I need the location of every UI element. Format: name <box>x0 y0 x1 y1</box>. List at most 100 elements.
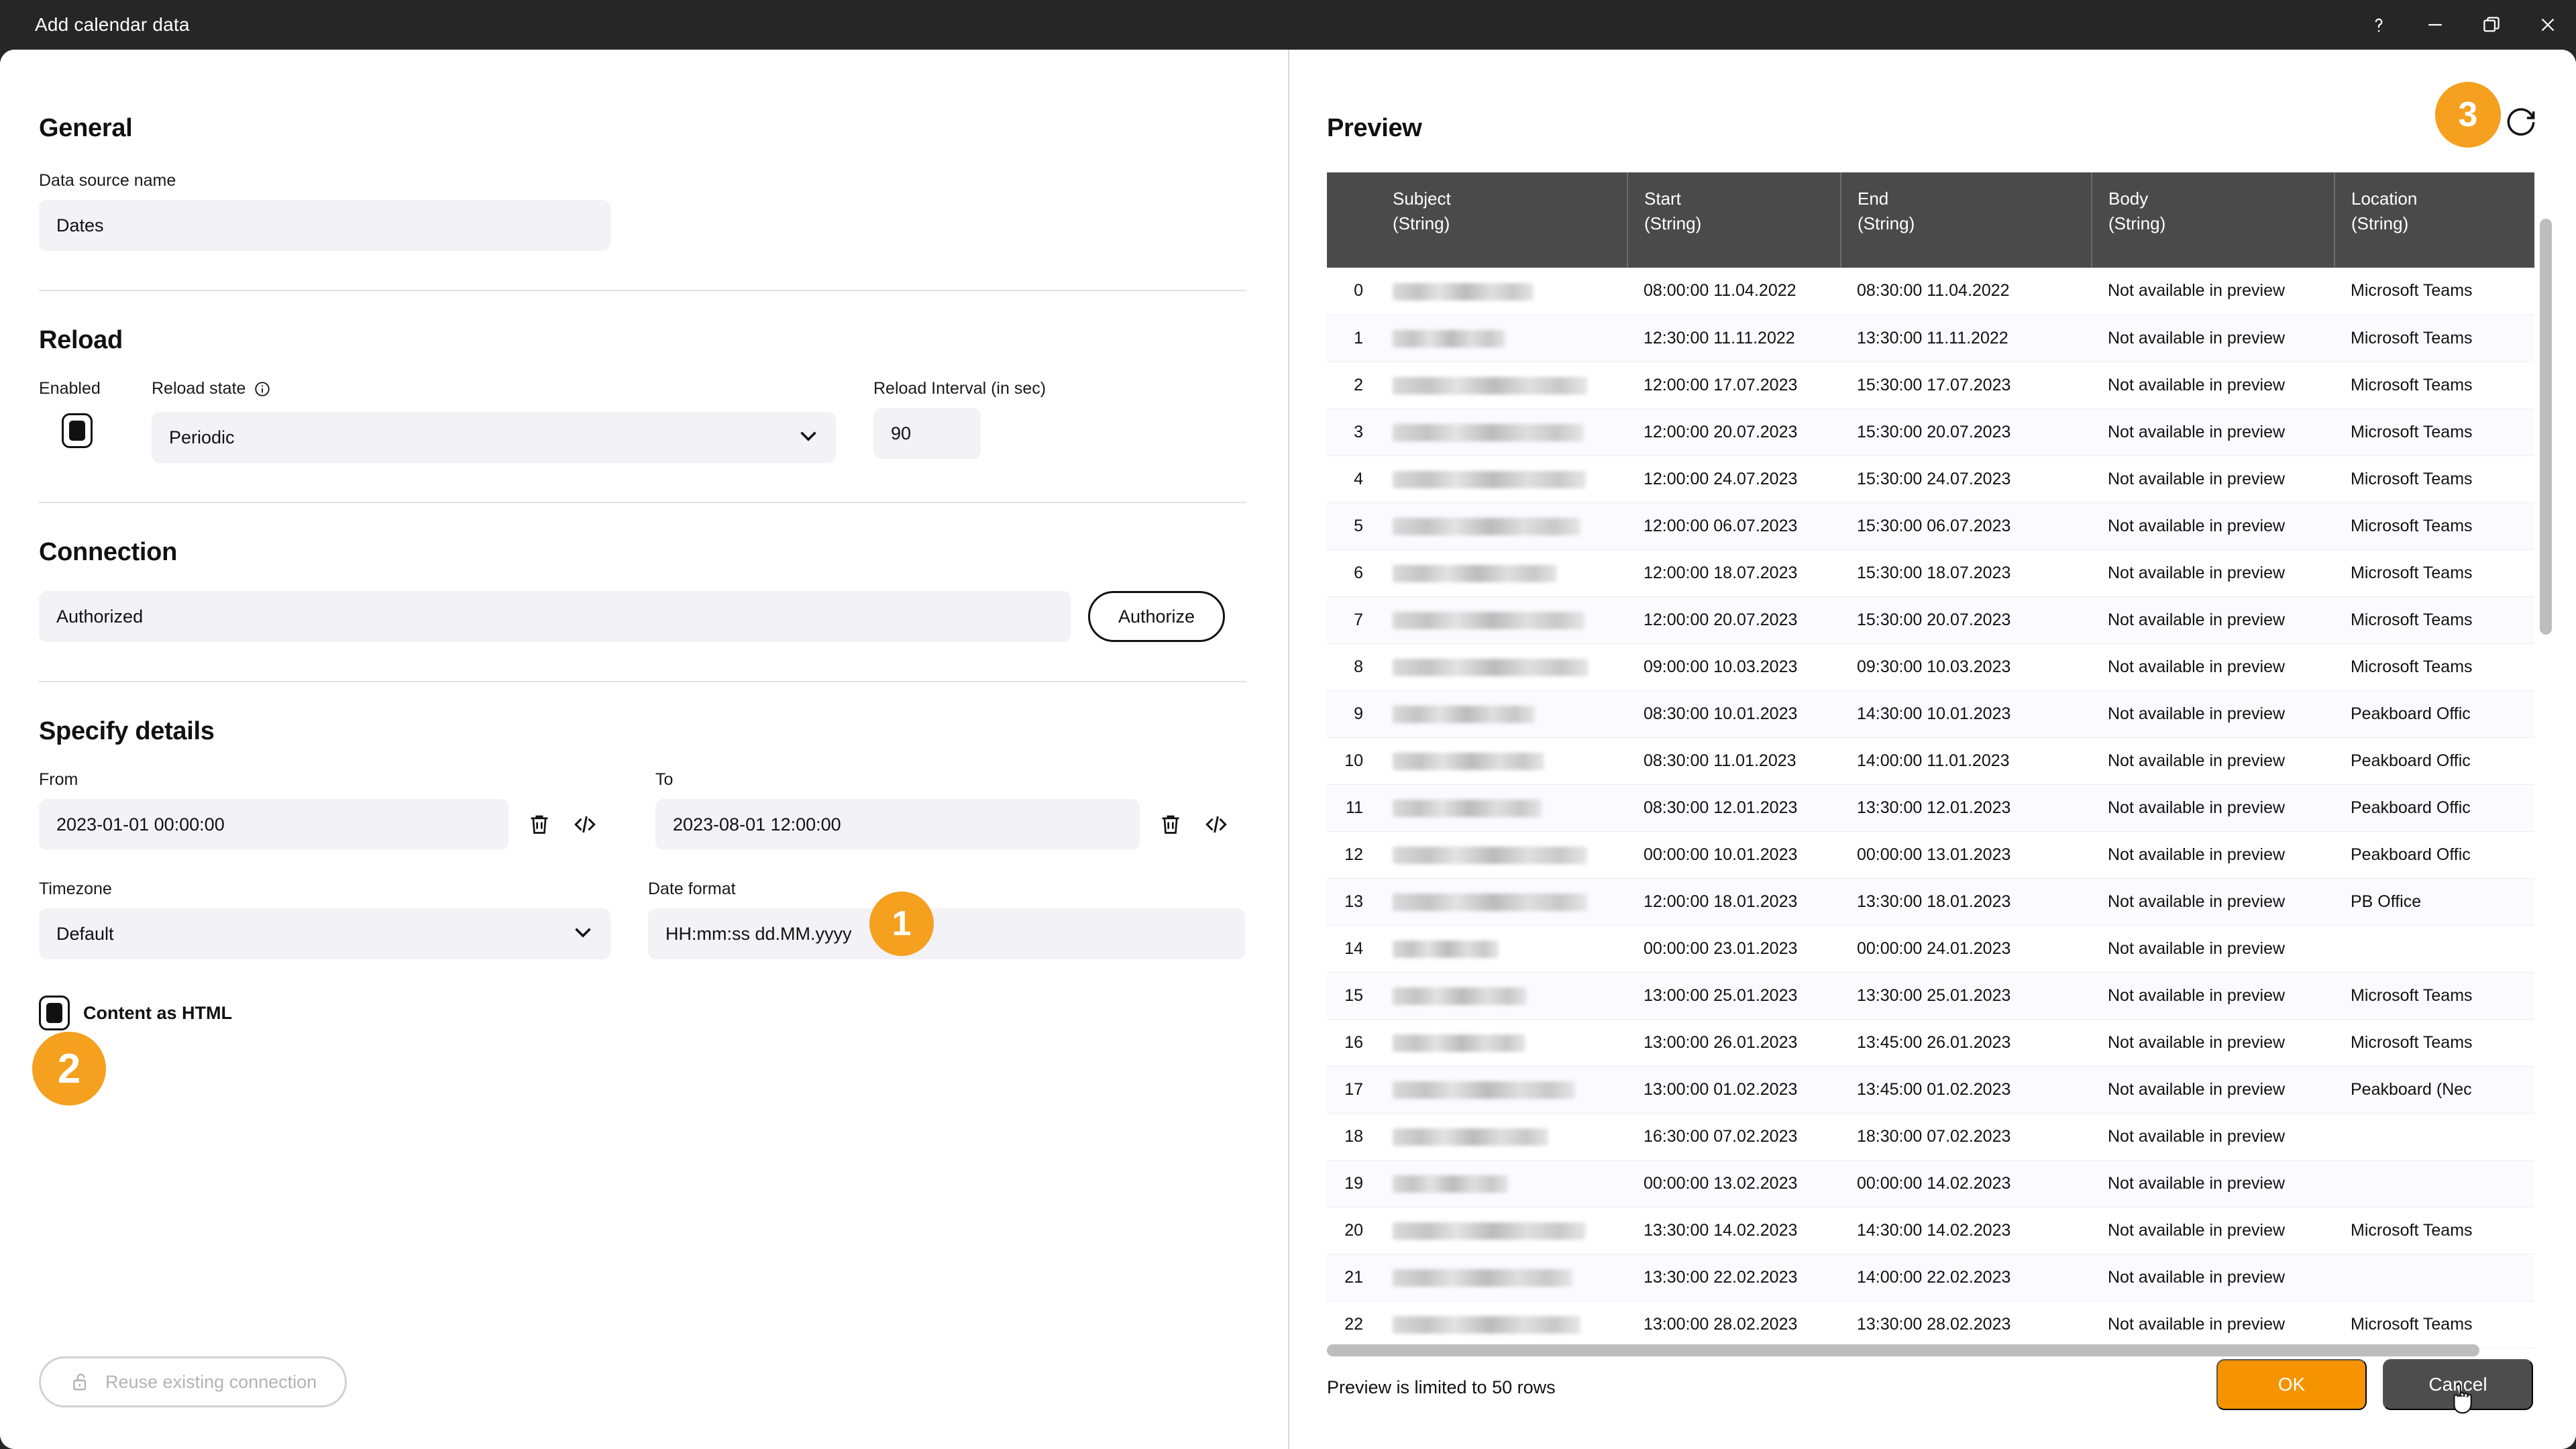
authorize-button[interactable]: Authorize <box>1088 591 1226 642</box>
checkbox-fill <box>46 1003 62 1023</box>
redacted-subject <box>1393 893 1587 911</box>
trash-icon[interactable] <box>526 811 553 838</box>
table-row[interactable]: 8 09:00:00 10.03.2023 09:30:00 10.03.2023 N… <box>1327 643 2534 691</box>
table-row[interactable]: 1 12:30:00 11.11.2022 13:30:00 11.11.2022 N… <box>1327 315 2534 362</box>
preview-header: Preview 3 <box>1327 82 2576 148</box>
preview-pane: Preview 3 Subject (String) Start (String… <box>1289 50 2576 1449</box>
cell-start: 13:30:00 14.02.2023 <box>1627 1207 1841 1254</box>
cell-subject <box>1377 1066 1627 1114</box>
redacted-subject <box>1393 940 1499 958</box>
table-row[interactable]: 13 12:00:00 18.01.2023 13:30:00 18.01.2023… <box>1327 878 2534 926</box>
redacted-subject <box>1393 470 1586 488</box>
reload-enabled-checkbox[interactable] <box>62 413 93 448</box>
header-start[interactable]: Start (String) <box>1627 172 1841 268</box>
table-row[interactable]: 19 00:00:00 13.02.2023 00:00:00 14.02.2023… <box>1327 1160 2534 1208</box>
cell-index: 19 <box>1327 1160 1377 1208</box>
code-icon[interactable] <box>570 810 600 839</box>
date-format-input[interactable]: HH:mm:ss dd.MM.yyyy <box>648 908 1245 959</box>
header-start-name: Start <box>1644 189 1681 209</box>
reload-interval-value: 90 <box>891 423 912 443</box>
cell-body: Not available in preview <box>2092 831 2334 879</box>
reload-interval-input[interactable]: 90 <box>873 408 981 459</box>
table-row[interactable]: 17 13:00:00 01.02.2023 13:45:00 01.02.2023… <box>1327 1066 2534 1114</box>
timezone-select[interactable]: Default <box>39 908 610 959</box>
table-row[interactable]: 2 12:00:00 17.07.2023 15:30:00 17.07.2023 N… <box>1327 362 2534 409</box>
content-as-html-checkbox[interactable] <box>39 996 70 1030</box>
info-icon[interactable] <box>254 380 271 398</box>
cell-index: 6 <box>1327 549 1377 597</box>
restore-button[interactable] <box>2463 0 2520 50</box>
table-row[interactable]: 18 16:30:00 07.02.2023 18:30:00 07.02.2023… <box>1327 1113 2534 1161</box>
divider-general <box>39 290 1246 291</box>
cell-body: Not available in preview <box>2092 315 2334 362</box>
table-row[interactable]: 3 12:00:00 20.07.2023 15:30:00 20.07.2023 N… <box>1327 409 2534 456</box>
cell-start: 08:30:00 11.01.2023 <box>1627 737 1841 785</box>
table-row[interactable]: 16 13:00:00 26.01.2023 13:45:00 26.01.2023… <box>1327 1019 2534 1067</box>
minimize-button[interactable] <box>2407 0 2463 50</box>
cell-start: 00:00:00 23.01.2023 <box>1627 925 1841 973</box>
reload-state-select[interactable]: Periodic <box>152 412 836 463</box>
header-body[interactable]: Body (String) <box>2092 172 2335 268</box>
table-row[interactable]: 7 12:00:00 20.07.2023 15:30:00 20.07.2023 N… <box>1327 596 2534 644</box>
from-input[interactable]: 2023-01-01 00:00:00 <box>39 799 508 850</box>
cell-location: Microsoft Teams <box>2334 643 2534 691</box>
table-vertical-scrollbar[interactable] <box>2540 219 2552 635</box>
connection-heading: Connection <box>39 538 177 566</box>
annotation-badge-2: 2 <box>32 1032 106 1106</box>
cell-location <box>2334 925 2534 973</box>
to-input[interactable]: 2023-08-01 12:00:00 <box>655 799 1140 850</box>
annotation-badge-1: 1 <box>869 892 934 956</box>
table-row[interactable]: 11 08:30:00 12.01.2023 13:30:00 12.01.2023… <box>1327 784 2534 832</box>
cell-start: 00:00:00 10.01.2023 <box>1627 831 1841 879</box>
specify-details-heading: Specify details <box>39 717 215 745</box>
redacted-subject <box>1393 1222 1586 1240</box>
cell-index: 4 <box>1327 455 1377 503</box>
trash-icon[interactable] <box>1157 811 1184 838</box>
cell-index: 21 <box>1327 1254 1377 1301</box>
cell-body: Not available in preview <box>2092 596 2334 644</box>
data-source-name-value: Dates <box>56 215 104 235</box>
add-calendar-data-window: Add calendar data General Data source na… <box>0 0 2576 1449</box>
cell-index: 11 <box>1327 784 1377 832</box>
redacted-subject <box>1393 423 1584 441</box>
cell-start: 12:00:00 06.07.2023 <box>1627 502 1841 550</box>
header-subject[interactable]: Subject (String) <box>1377 172 1628 268</box>
cell-location: Peakboard Offic <box>2334 690 2534 738</box>
refresh-icon[interactable] <box>2502 103 2540 144</box>
table-row[interactable]: 20 13:30:00 14.02.2023 14:30:00 14.02.2023… <box>1327 1207 2534 1254</box>
cell-location <box>2334 1254 2534 1301</box>
header-end[interactable]: End (String) <box>1841 172 2092 268</box>
cell-subject <box>1377 1207 1627 1254</box>
redacted-subject <box>1393 987 1527 1005</box>
table-horizontal-scrollbar[interactable] <box>1327 1344 2479 1356</box>
table-row[interactable]: 4 12:00:00 24.07.2023 15:30:00 24.07.2023 N… <box>1327 455 2534 503</box>
help-button[interactable] <box>2351 0 2407 50</box>
cell-body: Not available in preview <box>2092 1160 2334 1208</box>
cell-location: Microsoft Teams <box>2334 409 2534 456</box>
table-row[interactable]: 21 13:30:00 22.02.2023 14:00:00 22.02.2023… <box>1327 1254 2534 1301</box>
table-row[interactable]: 0 08:00:00 11.04.2022 08:30:00 11.04.2022 N… <box>1327 268 2534 315</box>
timezone-label: Timezone <box>39 879 112 898</box>
header-body-name: Body <box>2108 189 2149 209</box>
close-button[interactable] <box>2520 0 2576 50</box>
table-row[interactable]: 14 00:00:00 23.01.2023 00:00:00 24.01.2023… <box>1327 925 2534 973</box>
redacted-subject <box>1393 1269 1572 1287</box>
reuse-button-label: Reuse existing connection <box>105 1371 317 1392</box>
table-row[interactable]: 22 13:00:00 28.02.2023 13:30:00 28.02.2023… <box>1327 1301 2534 1348</box>
cell-subject <box>1377 455 1627 503</box>
table-row[interactable]: 9 08:30:00 10.01.2023 14:30:00 10.01.2023 N… <box>1327 690 2534 738</box>
table-row[interactable]: 15 13:00:00 25.01.2023 13:30:00 25.01.2023… <box>1327 972 2534 1020</box>
cell-subject <box>1377 1254 1627 1301</box>
table-row[interactable]: 6 12:00:00 18.07.2023 15:30:00 18.07.2023 N… <box>1327 549 2534 597</box>
table-row[interactable]: 10 08:30:00 11.01.2023 14:00:00 11.01.2023… <box>1327 737 2534 785</box>
code-icon[interactable] <box>1201 810 1231 839</box>
table-row[interactable]: 12 00:00:00 10.01.2023 00:00:00 13.01.2023… <box>1327 831 2534 879</box>
table-row[interactable]: 5 12:00:00 06.07.2023 15:30:00 06.07.2023 N… <box>1327 502 2534 550</box>
cell-end: 08:30:00 11.04.2022 <box>1841 268 2092 315</box>
ok-button[interactable]: OK <box>2216 1359 2367 1410</box>
cell-index: 8 <box>1327 643 1377 691</box>
reuse-existing-connection-button[interactable]: Reuse existing connection <box>39 1356 347 1407</box>
data-source-name-input[interactable]: Dates <box>39 200 610 251</box>
header-location[interactable]: Location (String) <box>2334 172 2534 268</box>
redacted-subject <box>1393 846 1587 864</box>
